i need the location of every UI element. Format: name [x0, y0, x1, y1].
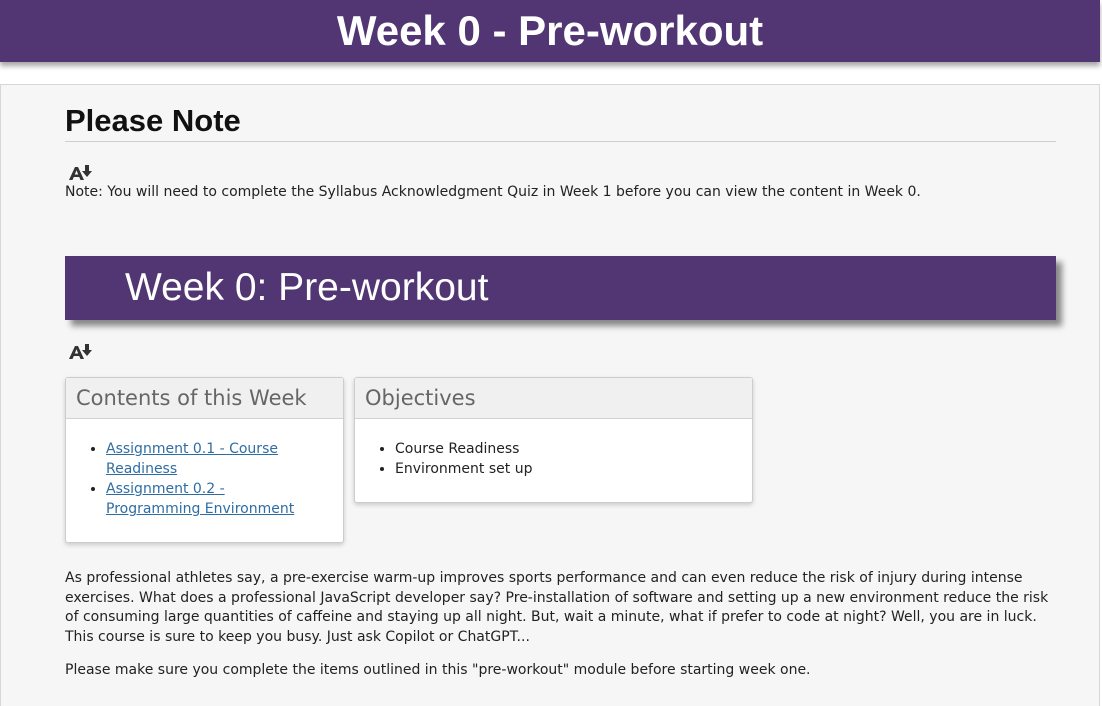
list-item: Assignment 0.1 - Course Readiness [106, 439, 321, 479]
instructions-paragraph: Please make sure you complete the items … [65, 662, 811, 678]
objectives-card: Objectives Course Readiness Environment … [354, 377, 753, 503]
note-text: Note: You will need to complete the Syll… [65, 184, 921, 200]
week-title-banner: Week 0: Pre-workout [65, 256, 1056, 320]
objectives-list: Course Readiness Environment set up [355, 439, 752, 479]
list-item: Course Readiness [395, 439, 752, 459]
text-to-speech-download-icon[interactable] [68, 342, 94, 360]
objectives-card-title: Objectives [355, 378, 752, 419]
week-title: Week 0: Pre-workout [125, 266, 489, 309]
list-item: Assignment 0.2 - Programming Environment [106, 479, 321, 519]
page-title-banner: Week 0 - Pre-workout [0, 0, 1100, 62]
intro-paragraph: As professional athletes say, a pre-exer… [65, 570, 1049, 645]
page-title: Week 0 - Pre-workout [336, 7, 764, 54]
assignment-0-2-link[interactable]: Assignment 0.2 - Programming Environment [106, 481, 294, 517]
note-heading: Please Note [65, 103, 1056, 142]
contents-list: Assignment 0.1 - Course Readiness Assign… [66, 439, 343, 519]
assignment-0-1-link[interactable]: Assignment 0.1 - Course Readiness [106, 441, 278, 477]
text-to-speech-download-icon[interactable] [68, 163, 94, 181]
contents-card: Contents of this Week Assignment 0.1 - C… [65, 377, 344, 543]
list-item: Environment set up [395, 459, 752, 479]
contents-card-title: Contents of this Week [66, 378, 343, 419]
